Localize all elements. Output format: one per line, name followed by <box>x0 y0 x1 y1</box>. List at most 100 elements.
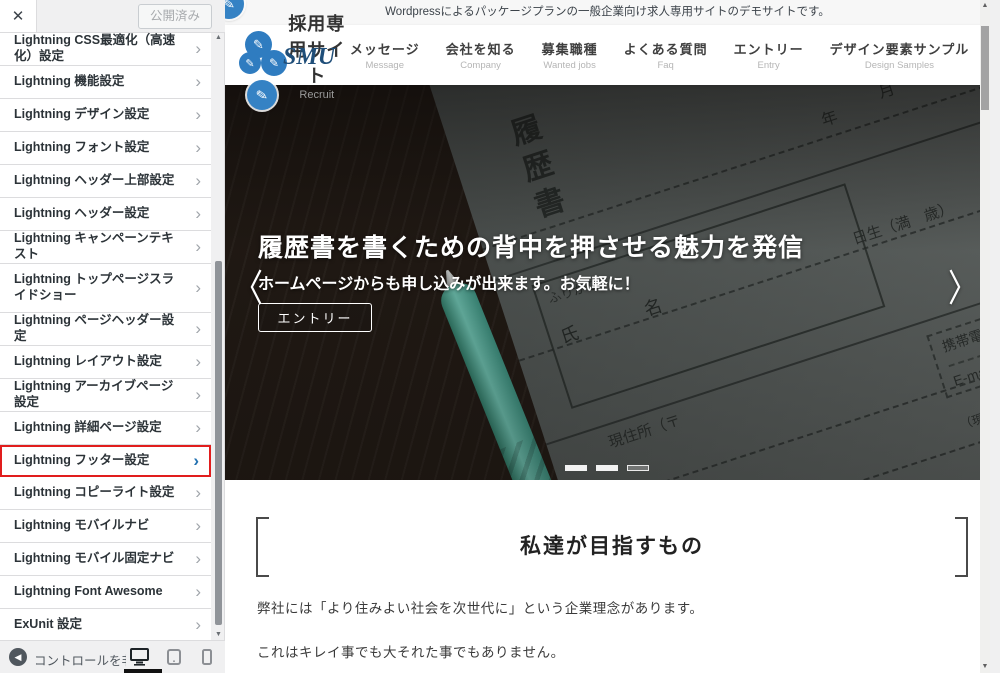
chevron-right-icon: › <box>193 451 199 470</box>
nav-item[interactable]: エントリー Entry <box>734 39 804 71</box>
edit-hero-pencil-icon[interactable]: ✎ <box>247 80 277 110</box>
nav-item[interactable]: 会社を知る Company <box>446 39 516 71</box>
hero-slider: 履歴書 ふりがな 氏 名 年 月 日生（満 歳） 現住所（〒 （現住所以外 携帯… <box>225 85 990 480</box>
panel-label: Lightning CSS最適化（高速化）設定 <box>14 33 176 63</box>
chevron-right-icon: › <box>195 278 201 297</box>
sidebar-panel-item[interactable]: Lightning アーカイブページ設定 › <box>0 379 211 412</box>
nav-label: よくある質問 <box>623 42 708 57</box>
heading-bracket-left <box>256 517 269 577</box>
panel-label: Lightning ヘッダー上部設定 <box>14 173 175 188</box>
chevron-right-icon: › <box>195 615 201 634</box>
collapse-controls-icon[interactable]: ◀ <box>9 648 27 666</box>
chevron-right-icon: › <box>195 72 201 91</box>
panel-label: Lightning フッター設定 <box>14 453 150 468</box>
nav-item[interactable]: よくある質問 Faq <box>624 39 708 71</box>
chevron-right-icon: › <box>195 138 201 157</box>
site-nav: メッセージ Message 会社を知る Company 募集職種 Wanted … <box>350 39 969 71</box>
sidebar-panel-item[interactable]: Lightning 詳細ページ設定 › <box>0 412 211 445</box>
publish-button[interactable]: 公開済み <box>137 4 212 29</box>
nav-label: エントリー <box>733 42 804 57</box>
tablet-preview-icon[interactable] <box>167 649 181 665</box>
panel-label: Lightning デザイン設定 <box>14 107 150 122</box>
slide-indicators <box>565 465 649 471</box>
chevron-right-icon: › <box>195 171 201 190</box>
hero-heading: 履歴書を書くための背中を押させる魅力を発信 <box>258 234 805 262</box>
carousel-prev-icon[interactable]: 〈 <box>233 258 263 313</box>
customizer-footer: ◀ コントロールを非表示 <box>0 640 225 673</box>
close-icon[interactable]: ✕ <box>0 0 37 32</box>
scroll-down-icon[interactable]: ▼ <box>980 661 990 673</box>
sidebar-panel-item[interactable]: Lightning 機能設定 › <box>0 66 211 99</box>
section-paragraph: 弊社には「より住みよい社会を次世代に」という企業理念があります。 <box>257 601 704 616</box>
panel-label: ExUnit 設定 <box>14 617 83 632</box>
sidebar-panel-item[interactable]: Lightning フッター設定 › <box>0 445 211 477</box>
desktop-preview-icon[interactable] <box>130 648 149 666</box>
chevron-right-icon: › <box>195 516 201 535</box>
panel-label: Lightning モバイル固定ナビ <box>14 551 175 566</box>
slide-indicator-1[interactable] <box>565 465 587 471</box>
slide-indicator-2[interactable] <box>596 465 618 471</box>
scroll-down-icon[interactable]: ▼ <box>214 630 223 640</box>
customizer-sidebar: ✕ 公開済み Lightning CSS最適化（高速化）設定 › Lightni… <box>0 0 225 673</box>
active-device-indicator <box>124 669 162 673</box>
entry-cta-button[interactable]: エントリー <box>258 303 372 332</box>
panel-label: Lightning 機能設定 <box>14 74 125 89</box>
mission-section: 私達が目指すもの 弊社には「より住みよい社会を次世代に」という企業理念があります… <box>225 480 990 673</box>
sidebar-scrollbar-thumb[interactable] <box>215 261 222 625</box>
sidebar-panel-item[interactable]: Lightning デザイン設定 › <box>0 99 211 132</box>
scroll-up-icon[interactable]: ▲ <box>980 0 990 12</box>
mobile-preview-icon[interactable] <box>202 649 212 665</box>
nav-label: メッセージ <box>349 42 420 57</box>
scroll-up-icon[interactable]: ▲ <box>214 33 223 43</box>
panel-label: Lightning レイアウト設定 <box>14 354 162 369</box>
section-heading: 私達が目指すもの <box>520 535 704 558</box>
settings-panel-list: Lightning CSS最適化（高速化）設定 › Lightning 機能設定… <box>0 33 211 642</box>
panel-label: Lightning 詳細ページ設定 <box>14 420 162 435</box>
sidebar-scrollbar: ▲ ▼ <box>214 33 223 640</box>
hero-subheading: ホームページからも申し込みが出来ます。お気軽に！ <box>258 276 640 293</box>
sidebar-panel-item[interactable]: Lightning ヘッダー上部設定 › <box>0 165 211 198</box>
sidebar-panel-item[interactable]: Lightning Font Awesome › <box>0 576 211 609</box>
sidebar-panel-item[interactable]: Lightning モバイル固定ナビ › <box>0 543 211 576</box>
customizer-header: ✕ 公開済み <box>0 0 225 33</box>
sidebar-panel-item[interactable]: Lightning レイアウト設定 › <box>0 346 211 379</box>
panel-label: Lightning ページヘッダー設定 <box>14 313 175 343</box>
chevron-right-icon: › <box>195 582 201 601</box>
chevron-right-icon: › <box>195 418 201 437</box>
sidebar-panel-item[interactable]: Lightning ヘッダー設定 › <box>0 198 211 231</box>
sidebar-panel-item[interactable]: Lightning モバイルナビ › <box>0 510 211 543</box>
nav-item[interactable]: メッセージ Message <box>350 39 420 71</box>
sidebar-panel-item[interactable]: Lightning ページヘッダー設定 › <box>0 313 211 346</box>
nav-item[interactable]: 募集職種 Wanted jobs <box>542 39 598 71</box>
site-preview: Wordpressによるパッケージプランの一般企業向け求人専用サイトのデモサイト… <box>225 0 990 673</box>
sidebar-panel-item[interactable]: Lightning トップページスライドショー › <box>0 264 211 313</box>
nav-label: 募集職種 <box>541 42 598 57</box>
sidebar-panel-item[interactable]: ExUnit 設定 › <box>0 609 211 642</box>
carousel-next-icon[interactable]: 〉 <box>948 258 978 313</box>
chevron-right-icon: › <box>195 385 201 404</box>
preview-scrollbar-thumb[interactable] <box>981 26 989 110</box>
heading-bracket-right <box>955 517 968 577</box>
nav-item[interactable]: デザイン要素サンプル Design Samples <box>830 39 970 71</box>
slide-indicator-3[interactable] <box>627 465 649 471</box>
sidebar-panel-item[interactable]: Lightning コピーライト設定 › <box>0 477 211 510</box>
chevron-right-icon: › <box>195 105 201 124</box>
sidebar-panel-item[interactable]: Lightning フォント設定 › <box>0 132 211 165</box>
panel-label: Lightning ヘッダー設定 <box>14 206 150 221</box>
logo-script-text: SMU <box>283 44 336 70</box>
site-header: ✎ ✎ ✎ SMU 採用専用サイト Recruit メッセージ Message <box>225 14 990 101</box>
sidebar-panel-item[interactable]: Lightning キャンペーンテキスト › <box>0 231 211 264</box>
nav-label: 会社を知る <box>445 42 516 57</box>
sidebar-panel-item[interactable]: Lightning CSS最適化（高速化）設定 › <box>0 33 211 66</box>
preview-scrollbar: ▲ ▼ <box>980 0 990 673</box>
nav-sublabel: Message <box>365 60 404 71</box>
chevron-right-icon: › <box>195 352 201 371</box>
section-paragraph: これはキレイ事でも大それた事でもありません。 <box>257 645 565 660</box>
panel-label: Lightning Font Awesome <box>14 584 163 599</box>
nav-sublabel: Wanted jobs <box>543 60 596 71</box>
panel-label: Lightning コピーライト設定 <box>14 485 175 500</box>
chevron-right-icon: › <box>195 483 201 502</box>
chevron-right-icon: › <box>195 204 201 223</box>
nav-sublabel: Faq <box>657 60 674 71</box>
hide-controls-label[interactable]: コントロールを非表示 <box>34 650 126 669</box>
